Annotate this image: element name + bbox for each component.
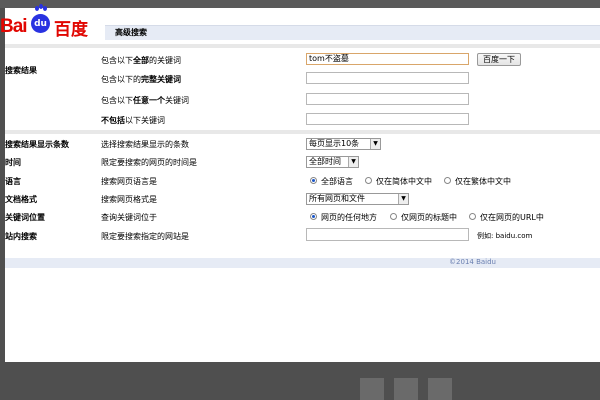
time-desc: 限定要搜索的网页的时间是 bbox=[101, 158, 197, 167]
any-input[interactable] bbox=[306, 93, 469, 105]
site-input[interactable] bbox=[306, 228, 469, 241]
results-per-page-select[interactable]: 每页显示10条 ▼ bbox=[306, 138, 381, 150]
all-words-input[interactable]: tom不盗墓 bbox=[306, 53, 469, 65]
exact-input[interactable] bbox=[306, 72, 469, 84]
time-select[interactable]: 全部时间 ▼ bbox=[306, 156, 359, 168]
header-bar: 高级搜索 bbox=[105, 25, 600, 40]
page-title: 高级搜索 bbox=[115, 28, 147, 37]
baidu-logo[interactable]: Bai du 百度 bbox=[0, 4, 110, 44]
radio-all-languages[interactable] bbox=[310, 177, 317, 184]
all-words-label: 包含以下全部的关键词 bbox=[101, 56, 181, 65]
radio-label: 仅网页的标题中 bbox=[401, 213, 457, 222]
format-select[interactable]: 所有网页和文件 ▼ bbox=[306, 193, 409, 205]
chevron-down-icon: ▼ bbox=[370, 139, 380, 149]
format-desc: 搜索网页格式是 bbox=[101, 195, 157, 204]
section-site-search: 站内搜索 bbox=[5, 232, 37, 241]
results-desc: 选择搜索结果显示的条数 bbox=[101, 140, 189, 149]
section-time: 时间 bbox=[5, 158, 21, 167]
radio-title-only[interactable] bbox=[390, 213, 397, 220]
chevron-down-icon: ▼ bbox=[398, 194, 408, 204]
section-search-results: 搜索结果 bbox=[5, 66, 37, 75]
search-button[interactable]: 百度一下 bbox=[477, 53, 521, 66]
radio-traditional[interactable] bbox=[444, 177, 451, 184]
copyright: ©2014 Baidu bbox=[449, 258, 496, 266]
logo-du: du bbox=[31, 14, 50, 33]
section-divider bbox=[5, 130, 600, 134]
logo-bai: Bai bbox=[0, 16, 28, 37]
dialog-bottom-area bbox=[5, 268, 600, 362]
section-doc-format: 文档格式 bbox=[5, 195, 37, 204]
radio-label: 仅在网页的URL中 bbox=[480, 213, 544, 222]
section-keyword-position: 关键词位置 bbox=[5, 213, 45, 222]
radio-label: 仅在繁体中文中 bbox=[455, 177, 511, 186]
paw-icon bbox=[35, 4, 47, 14]
exact-label: 包含以下的完整关键词 bbox=[101, 75, 181, 84]
none-input[interactable] bbox=[306, 113, 469, 125]
radio-label: 仅在简体中文中 bbox=[376, 177, 432, 186]
logo-cn: 百度 bbox=[54, 20, 88, 40]
footer-bar: ©2014 Baidu bbox=[5, 258, 600, 268]
backdrop-thumbnail bbox=[360, 378, 384, 400]
radio-anywhere[interactable] bbox=[310, 213, 317, 220]
radio-label: 网页的任何地方 bbox=[321, 213, 377, 222]
radio-simplified[interactable] bbox=[365, 177, 372, 184]
backdrop-thumbnail bbox=[394, 378, 418, 400]
section-language: 语言 bbox=[5, 177, 21, 186]
section-divider bbox=[5, 44, 600, 48]
any-label: 包含以下任意一个关键词 bbox=[101, 96, 189, 105]
site-example: 例如: baidu.com bbox=[477, 232, 533, 240]
chevron-down-icon: ▼ bbox=[348, 157, 358, 167]
position-desc: 查询关键词位于 bbox=[101, 213, 157, 222]
language-desc: 搜索网页语言是 bbox=[101, 177, 157, 186]
radio-label: 全部语言 bbox=[321, 177, 353, 186]
section-results-count: 搜索结果显示条数 bbox=[5, 140, 69, 149]
site-desc: 限定要搜索指定的网站是 bbox=[101, 232, 189, 241]
radio-url-only[interactable] bbox=[469, 213, 476, 220]
none-label: 不包括以下关键词 bbox=[101, 116, 165, 125]
backdrop-thumbnail bbox=[428, 378, 452, 400]
